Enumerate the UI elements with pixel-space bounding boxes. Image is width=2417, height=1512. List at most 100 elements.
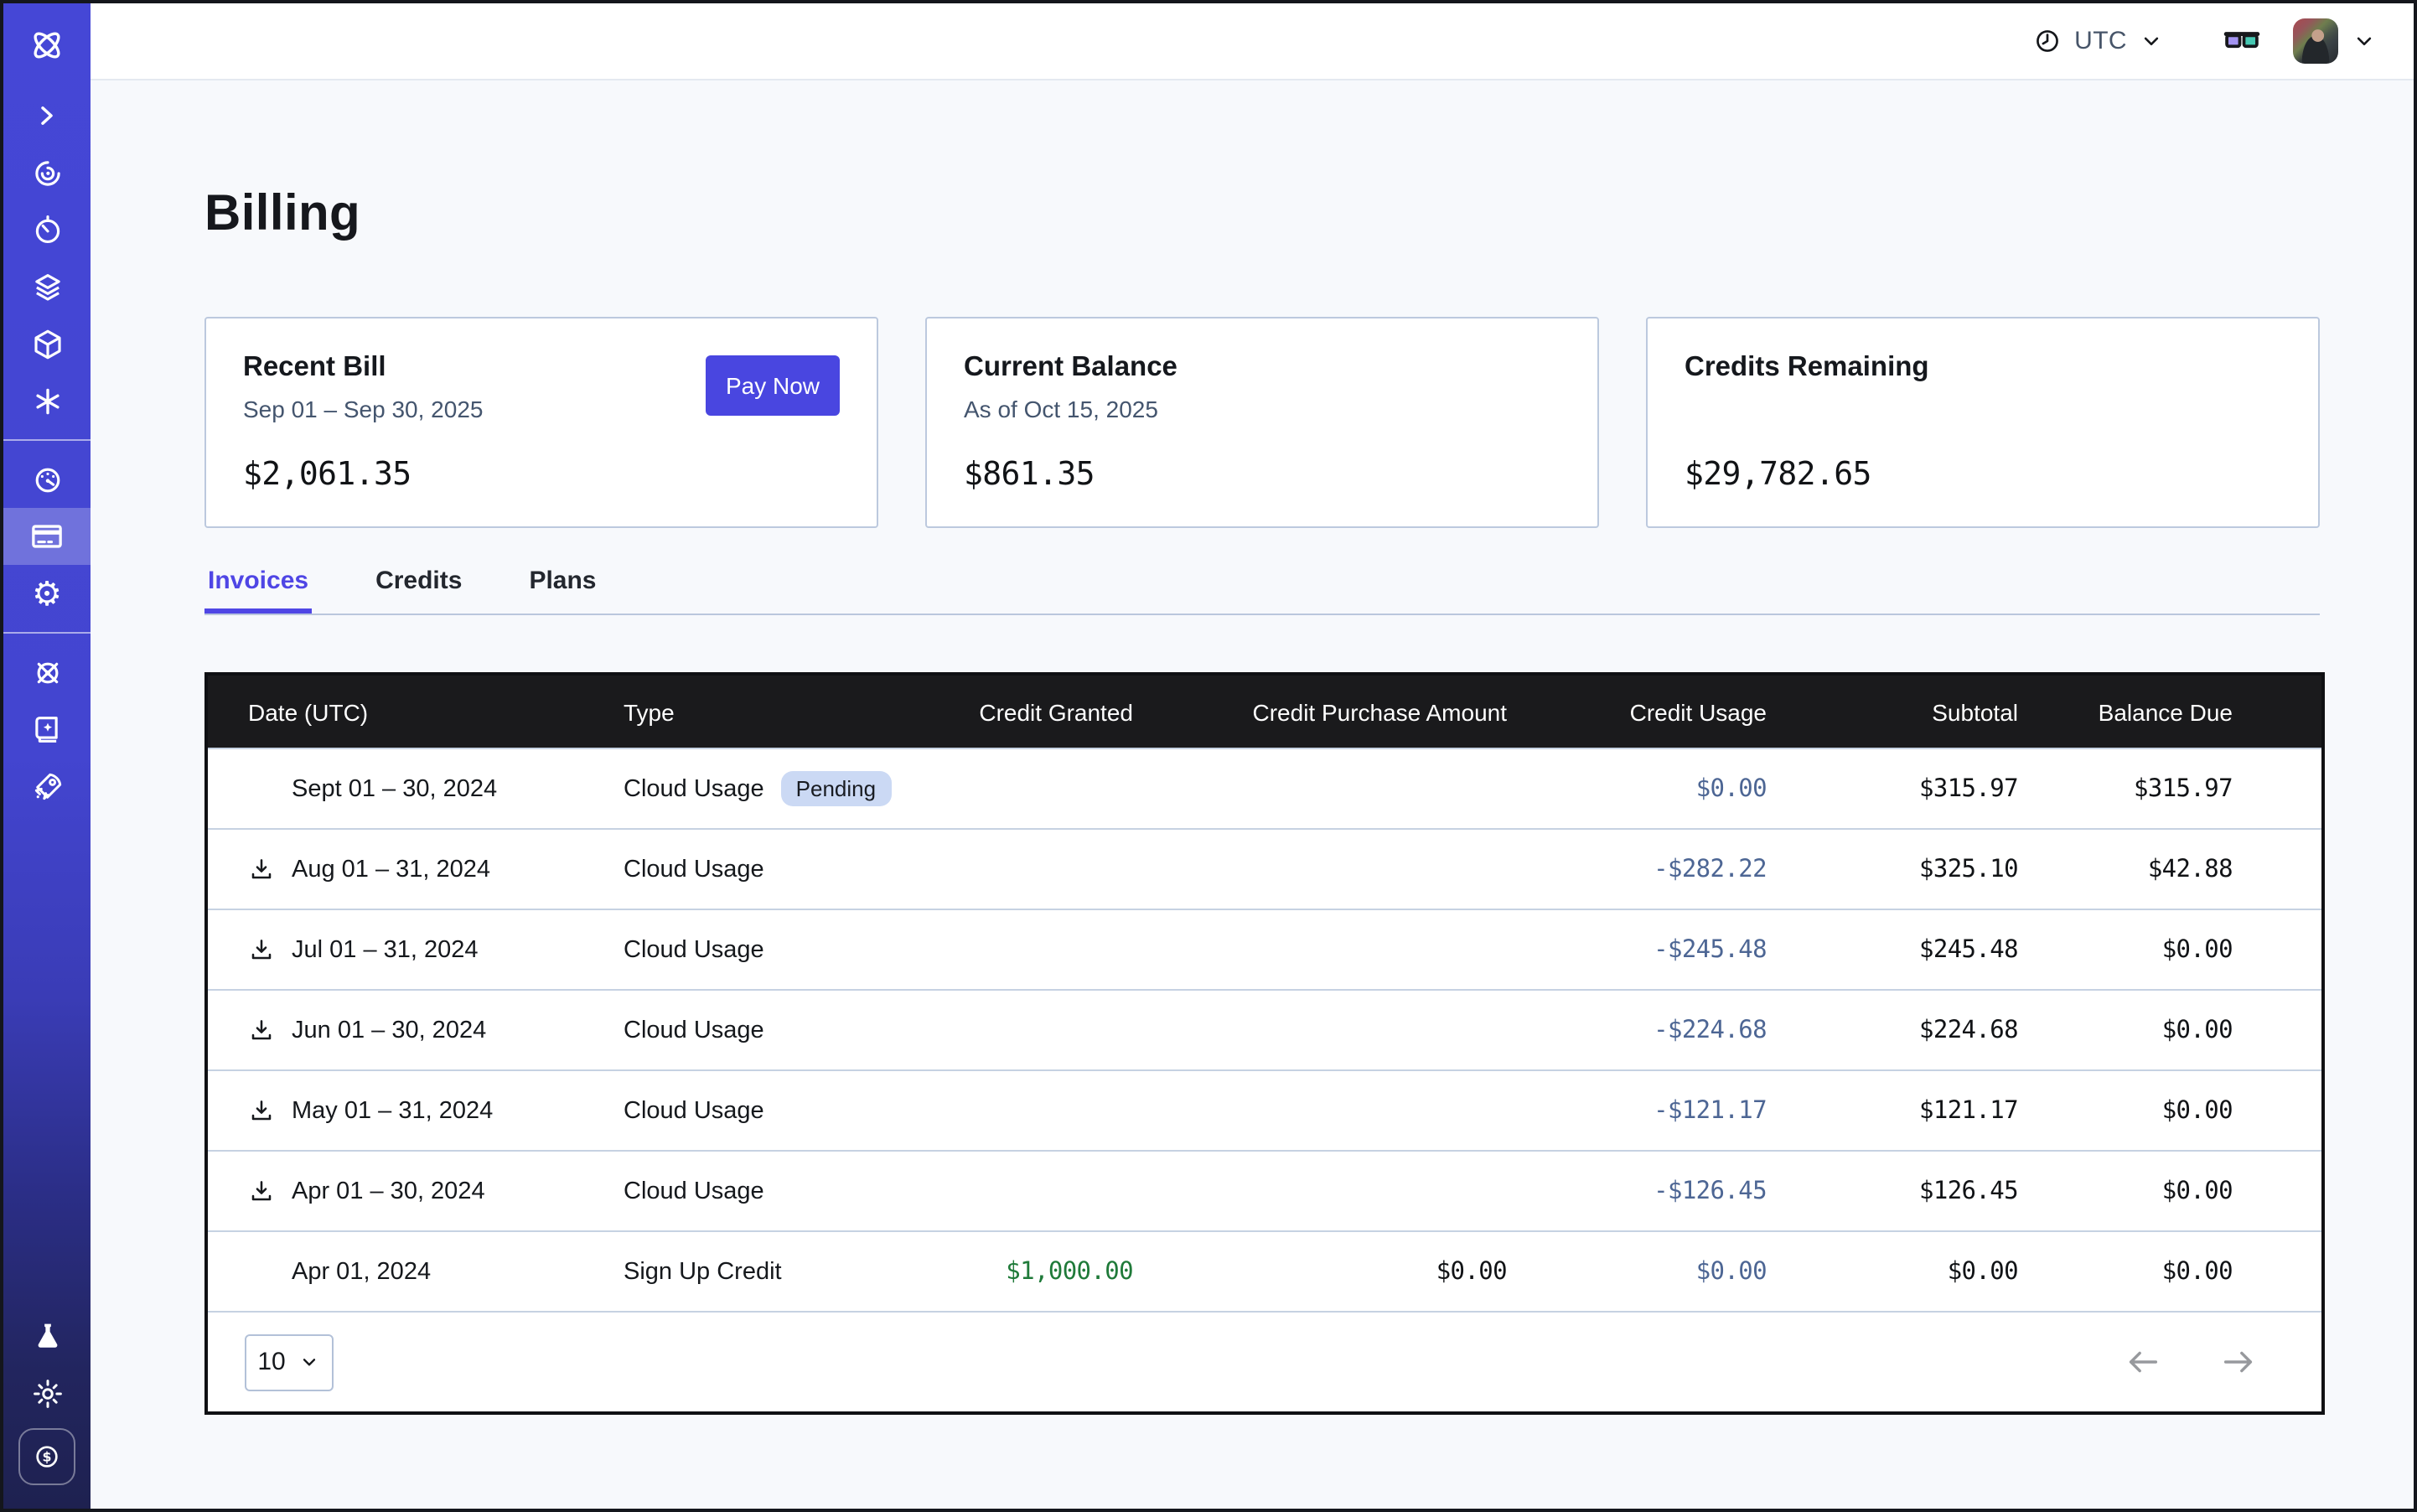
invoice-type: Sign Up Credit xyxy=(624,1258,782,1285)
credit-usage-value: -$121.17 xyxy=(1507,1097,1767,1124)
table-row: Apr 01, 2024 Sign Up Credit $1,000.00 $0… xyxy=(208,1230,2321,1311)
summary-cards: Recent Bill Sep 01 – Sep 30, 2025 $2,061… xyxy=(204,317,2320,528)
table-row: Sept 01 – 30, 2024 Cloud UsagePending $0… xyxy=(208,748,2321,828)
invoices-table: Date (UTC) Type Credit Granted Credit Pu… xyxy=(204,672,2325,1415)
table-header: Date (UTC) Type Credit Granted Credit Pu… xyxy=(208,676,2321,748)
download-invoice-button[interactable] xyxy=(248,1015,275,1045)
chevron-right-icon xyxy=(30,99,64,132)
sidebar-item-spiral[interactable] xyxy=(3,144,91,201)
invoice-type: Cloud Usage xyxy=(624,1017,764,1043)
sidebar: ⚙ xyxy=(3,3,91,1509)
billing-tabs: Invoices Credits Plans xyxy=(204,567,2320,615)
sidebar-divider xyxy=(3,632,91,634)
current-balance-card: Current Balance As of Oct 15, 2025 $861.… xyxy=(925,317,1599,528)
invoice-period: Sept 01 – 30, 2024 xyxy=(292,775,497,802)
invoice-type: Cloud Usage xyxy=(624,1178,764,1204)
invoice-period: Jun 01 – 30, 2024 xyxy=(292,1017,486,1043)
sidebar-item-credits[interactable]: $ xyxy=(3,1421,91,1492)
timezone-select[interactable]: UTC xyxy=(2031,25,2164,57)
avatar xyxy=(2293,18,2338,64)
sidebar-item-usage[interactable] xyxy=(3,451,91,508)
invoice-type: Cloud Usage xyxy=(624,936,764,963)
sidebar-item-collapse[interactable] xyxy=(3,87,91,144)
theme-glasses-button[interactable] xyxy=(2221,20,2263,62)
sidebar-item-billing[interactable] xyxy=(3,508,91,565)
current-balance-amount: $861.35 xyxy=(964,456,1095,493)
next-page-button[interactable] xyxy=(2219,1343,2258,1381)
card-title: Credits Remaining xyxy=(1685,352,2281,384)
download-invoice-button[interactable] xyxy=(248,854,275,884)
credit-usage-value: -$126.45 xyxy=(1507,1178,1767,1204)
sidebar-item-labs[interactable] xyxy=(3,1307,91,1364)
tab-credits[interactable]: Credits xyxy=(372,567,465,614)
balance-due-value: $0.00 xyxy=(2018,1097,2233,1124)
main-content: Billing Recent Bill Sep 01 – Sep 30, 202… xyxy=(91,80,2414,1509)
invoice-period: May 01 – 31, 2024 xyxy=(292,1097,493,1124)
page-title: Billing xyxy=(204,186,2320,243)
dollar-badge-button[interactable]: $ xyxy=(18,1428,75,1485)
balance-due-value: $0.00 xyxy=(2018,1178,2233,1204)
tab-plans[interactable]: Plans xyxy=(525,567,599,614)
credit-usage-value: $0.00 xyxy=(1507,775,1767,802)
dollar-badge-icon: $ xyxy=(30,1440,64,1473)
balance-due-value: $0.00 xyxy=(2018,936,2233,963)
sidebar-item-asterisk[interactable] xyxy=(3,372,91,429)
table-row: Aug 01 – 31, 2024 Cloud Usage -$282.22 $… xyxy=(208,828,2321,909)
download-invoice-button[interactable] xyxy=(248,1095,275,1126)
subtotal-value: $126.45 xyxy=(1767,1178,2018,1204)
app-logo-icon xyxy=(27,25,67,65)
sidebar-item-timer[interactable] xyxy=(3,201,91,258)
sun-icon xyxy=(29,1375,65,1411)
flask-icon xyxy=(29,1318,65,1354)
page-size-value: 10 xyxy=(257,1348,285,1376)
chevron-down-icon xyxy=(2139,28,2164,54)
chevron-down-icon xyxy=(299,1351,321,1373)
subtotal-value: $245.48 xyxy=(1767,936,2018,963)
table-row: Apr 01 – 30, 2024 Cloud Usage -$126.45 $… xyxy=(208,1150,2321,1230)
layers-icon xyxy=(29,269,65,304)
svg-text:$: $ xyxy=(42,1448,51,1464)
invoice-period: Apr 01 – 30, 2024 xyxy=(292,1178,485,1204)
subtotal-value: $121.17 xyxy=(1767,1097,2018,1124)
sidebar-item-layers[interactable] xyxy=(3,258,91,315)
invoice-type: Cloud Usage xyxy=(624,775,764,802)
sidebar-item-docs[interactable] xyxy=(3,701,91,758)
tab-invoices[interactable]: Invoices xyxy=(204,567,312,614)
download-invoice-button[interactable] xyxy=(248,1176,275,1206)
account-menu[interactable] xyxy=(2293,18,2377,64)
recent-bill-card: Recent Bill Sep 01 – Sep 30, 2025 $2,061… xyxy=(204,317,878,528)
book-sparkle-icon xyxy=(29,712,65,747)
balance-due-value: $315.97 xyxy=(2018,775,2233,802)
sidebar-item-helm[interactable] xyxy=(3,644,91,701)
sidebar-divider xyxy=(3,439,91,441)
table-row: Jul 01 – 31, 2024 Cloud Usage -$245.48 $… xyxy=(208,909,2321,989)
credit-usage-value: -$282.22 xyxy=(1507,856,1767,883)
download-invoice-button[interactable] xyxy=(248,935,275,965)
app-window: ⚙ xyxy=(0,0,2417,1512)
col-balance-due: Balance Due xyxy=(2018,698,2233,725)
card-title: Current Balance xyxy=(964,352,1560,384)
subtotal-value: $0.00 xyxy=(1767,1258,2018,1285)
pay-now-button[interactable]: Pay Now xyxy=(706,355,840,416)
page-size-select[interactable]: 10 xyxy=(245,1333,334,1390)
sidebar-item-cube[interactable] xyxy=(3,315,91,372)
app-logo[interactable] xyxy=(3,3,91,87)
download-icon xyxy=(248,1096,275,1125)
chevron-down-icon xyxy=(2352,28,2377,54)
credits-remaining-amount: $29,782.65 xyxy=(1685,456,1871,493)
balance-as-of: As of Oct 15, 2025 xyxy=(964,396,1560,422)
invoice-type: Cloud Usage xyxy=(624,856,764,883)
sidebar-item-settings[interactable]: ⚙ xyxy=(3,565,91,622)
sidebar-item-launch[interactable] xyxy=(3,758,91,815)
download-icon xyxy=(248,855,275,883)
table-footer: 10 xyxy=(208,1311,2321,1411)
subtotal-value: $315.97 xyxy=(1767,775,2018,802)
invoice-period: Jul 01 – 31, 2024 xyxy=(292,936,479,963)
3d-glasses-icon xyxy=(2221,20,2263,62)
credits-remaining-card: Credits Remaining $29,782.65 xyxy=(1646,317,2320,528)
balance-due-value: $0.00 xyxy=(2018,1017,2233,1043)
prev-page-button[interactable] xyxy=(2124,1343,2162,1381)
credit-granted-value: $1,000.00 xyxy=(908,1258,1133,1285)
clock-icon xyxy=(2031,25,2062,57)
sidebar-item-theme[interactable] xyxy=(3,1364,91,1421)
